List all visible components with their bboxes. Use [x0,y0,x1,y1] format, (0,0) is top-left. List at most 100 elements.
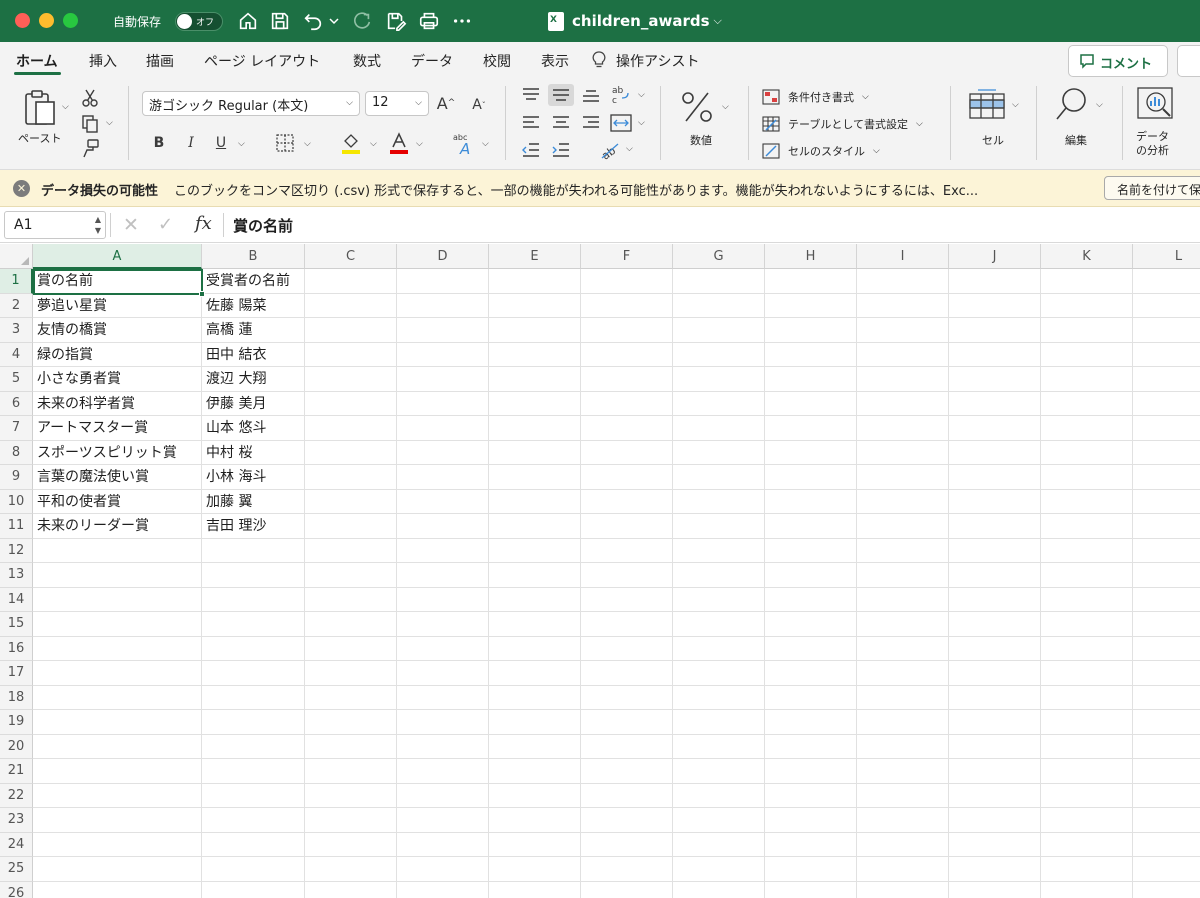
cell-e2[interactable] [489,293,581,318]
cell-c26[interactable] [305,881,397,898]
cell-f18[interactable] [581,685,673,710]
cell-e18[interactable] [489,685,581,710]
cell-l21[interactable] [1133,759,1200,784]
cell-a12[interactable] [33,538,202,563]
cell-c25[interactable] [305,857,397,882]
cell-g7[interactable] [673,416,765,441]
cell-f10[interactable] [581,489,673,514]
fill-color-dropdown-chevron-icon[interactable]: ⌵ [370,139,377,149]
cell-i19[interactable] [857,710,949,735]
cell-e5[interactable] [489,367,581,392]
cell-c23[interactable] [305,808,397,833]
cell-f23[interactable] [581,808,673,833]
cell-e19[interactable] [489,710,581,735]
cell-e16[interactable] [489,636,581,661]
cell-f20[interactable] [581,734,673,759]
cell-i5[interactable] [857,367,949,392]
cell-e12[interactable] [489,538,581,563]
cell-j24[interactable] [949,832,1041,857]
font-name-dropdown[interactable]: 游ゴシック Regular (本文) ⌵ [142,91,360,116]
cell-c21[interactable] [305,759,397,784]
cell-h16[interactable] [765,636,857,661]
fill-handle[interactable] [199,291,205,297]
cell-f6[interactable] [581,391,673,416]
cell-a1[interactable]: 賞の名前 [33,269,202,294]
cell-a17[interactable] [33,661,202,686]
cell-j6[interactable] [949,391,1041,416]
cell-j5[interactable] [949,367,1041,392]
cell-i23[interactable] [857,808,949,833]
cell-j18[interactable] [949,685,1041,710]
cell-k5[interactable] [1041,367,1133,392]
cell-k12[interactable] [1041,538,1133,563]
maximize-window-button[interactable] [63,13,78,28]
cell-a15[interactable] [33,612,202,637]
cell-c4[interactable] [305,342,397,367]
cell-b15[interactable] [202,612,305,637]
save-icon[interactable] [268,9,292,33]
cell-h5[interactable] [765,367,857,392]
cell-b9[interactable]: 小林 海斗 [202,465,305,490]
font-color-dropdown-chevron-icon[interactable]: ⌵ [416,139,423,149]
cell-f5[interactable] [581,367,673,392]
row-header-17[interactable]: 17 [0,661,33,686]
row-header-18[interactable]: 18 [0,685,33,710]
underline-dropdown-chevron-icon[interactable]: ⌵ [238,139,245,149]
cell-j11[interactable] [949,514,1041,539]
cell-d24[interactable] [397,832,489,857]
cell-f7[interactable] [581,416,673,441]
cell-l25[interactable] [1133,857,1200,882]
row-header-3[interactable]: 3 [0,318,33,343]
cell-g16[interactable] [673,636,765,661]
print-icon[interactable] [417,9,441,33]
cell-l16[interactable] [1133,637,1200,661]
cell-i14[interactable] [857,587,949,612]
borders-dropdown-chevron-icon[interactable]: ⌵ [304,139,311,149]
row-header-5[interactable]: 5 [0,367,33,392]
cell-a19[interactable] [33,710,202,735]
cell-j10[interactable] [949,489,1041,514]
editing-dropdown-chevron-icon[interactable]: ⌵ [1096,100,1103,110]
cell-a18[interactable] [33,685,202,710]
cell-b2[interactable]: 佐藤 陽菜 [202,293,305,318]
cell-k10[interactable] [1041,489,1133,514]
align-middle-icon[interactable] [548,84,574,106]
cell-c5[interactable] [305,367,397,392]
format-as-table-button[interactable]: テーブルとして書式設定 ⌵ [762,115,923,133]
cell-i22[interactable] [857,783,949,808]
cell-j22[interactable] [949,783,1041,808]
cell-d13[interactable] [397,563,489,588]
cell-h3[interactable] [765,318,857,343]
cell-k15[interactable] [1041,612,1133,637]
cell-d20[interactable] [397,734,489,759]
cell-g18[interactable] [673,685,765,710]
cell-g22[interactable] [673,783,765,808]
borders-icon[interactable] [275,133,295,153]
cell-h20[interactable] [765,734,857,759]
tab-review[interactable]: 校閲 [483,51,511,71]
cell-a14[interactable] [33,587,202,612]
paste-dropdown-chevron-icon[interactable]: ⌵ [62,102,69,112]
row-header-21[interactable]: 21 [0,759,33,784]
cell-h17[interactable] [765,661,857,686]
cell-c11[interactable] [305,514,397,539]
cell-h13[interactable] [765,563,857,588]
cell-h14[interactable] [765,587,857,612]
cell-g23[interactable] [673,808,765,833]
cell-e13[interactable] [489,563,581,588]
cell-e20[interactable] [489,734,581,759]
merge-dropdown-chevron-icon[interactable]: ⌵ [638,118,645,128]
number-format-dropdown-chevron-icon[interactable]: ⌵ [722,102,729,112]
cell-a8[interactable]: スポーツスピリット賞 [33,440,202,465]
row-header-19[interactable]: 19 [0,710,33,735]
cell-i12[interactable] [857,538,949,563]
cell-h23[interactable] [765,808,857,833]
confirm-entry-icon[interactable]: ✓ [158,214,173,235]
cells-dropdown-chevron-icon[interactable]: ⌵ [1012,100,1019,110]
cell-f17[interactable] [581,661,673,686]
column-header-a[interactable]: A [33,244,202,269]
row-header-12[interactable]: 12 [0,538,33,563]
cell-l22[interactable] [1133,784,1200,808]
cell-k14[interactable] [1041,587,1133,612]
copy-dropdown-chevron-icon[interactable]: ⌵ [106,118,113,128]
